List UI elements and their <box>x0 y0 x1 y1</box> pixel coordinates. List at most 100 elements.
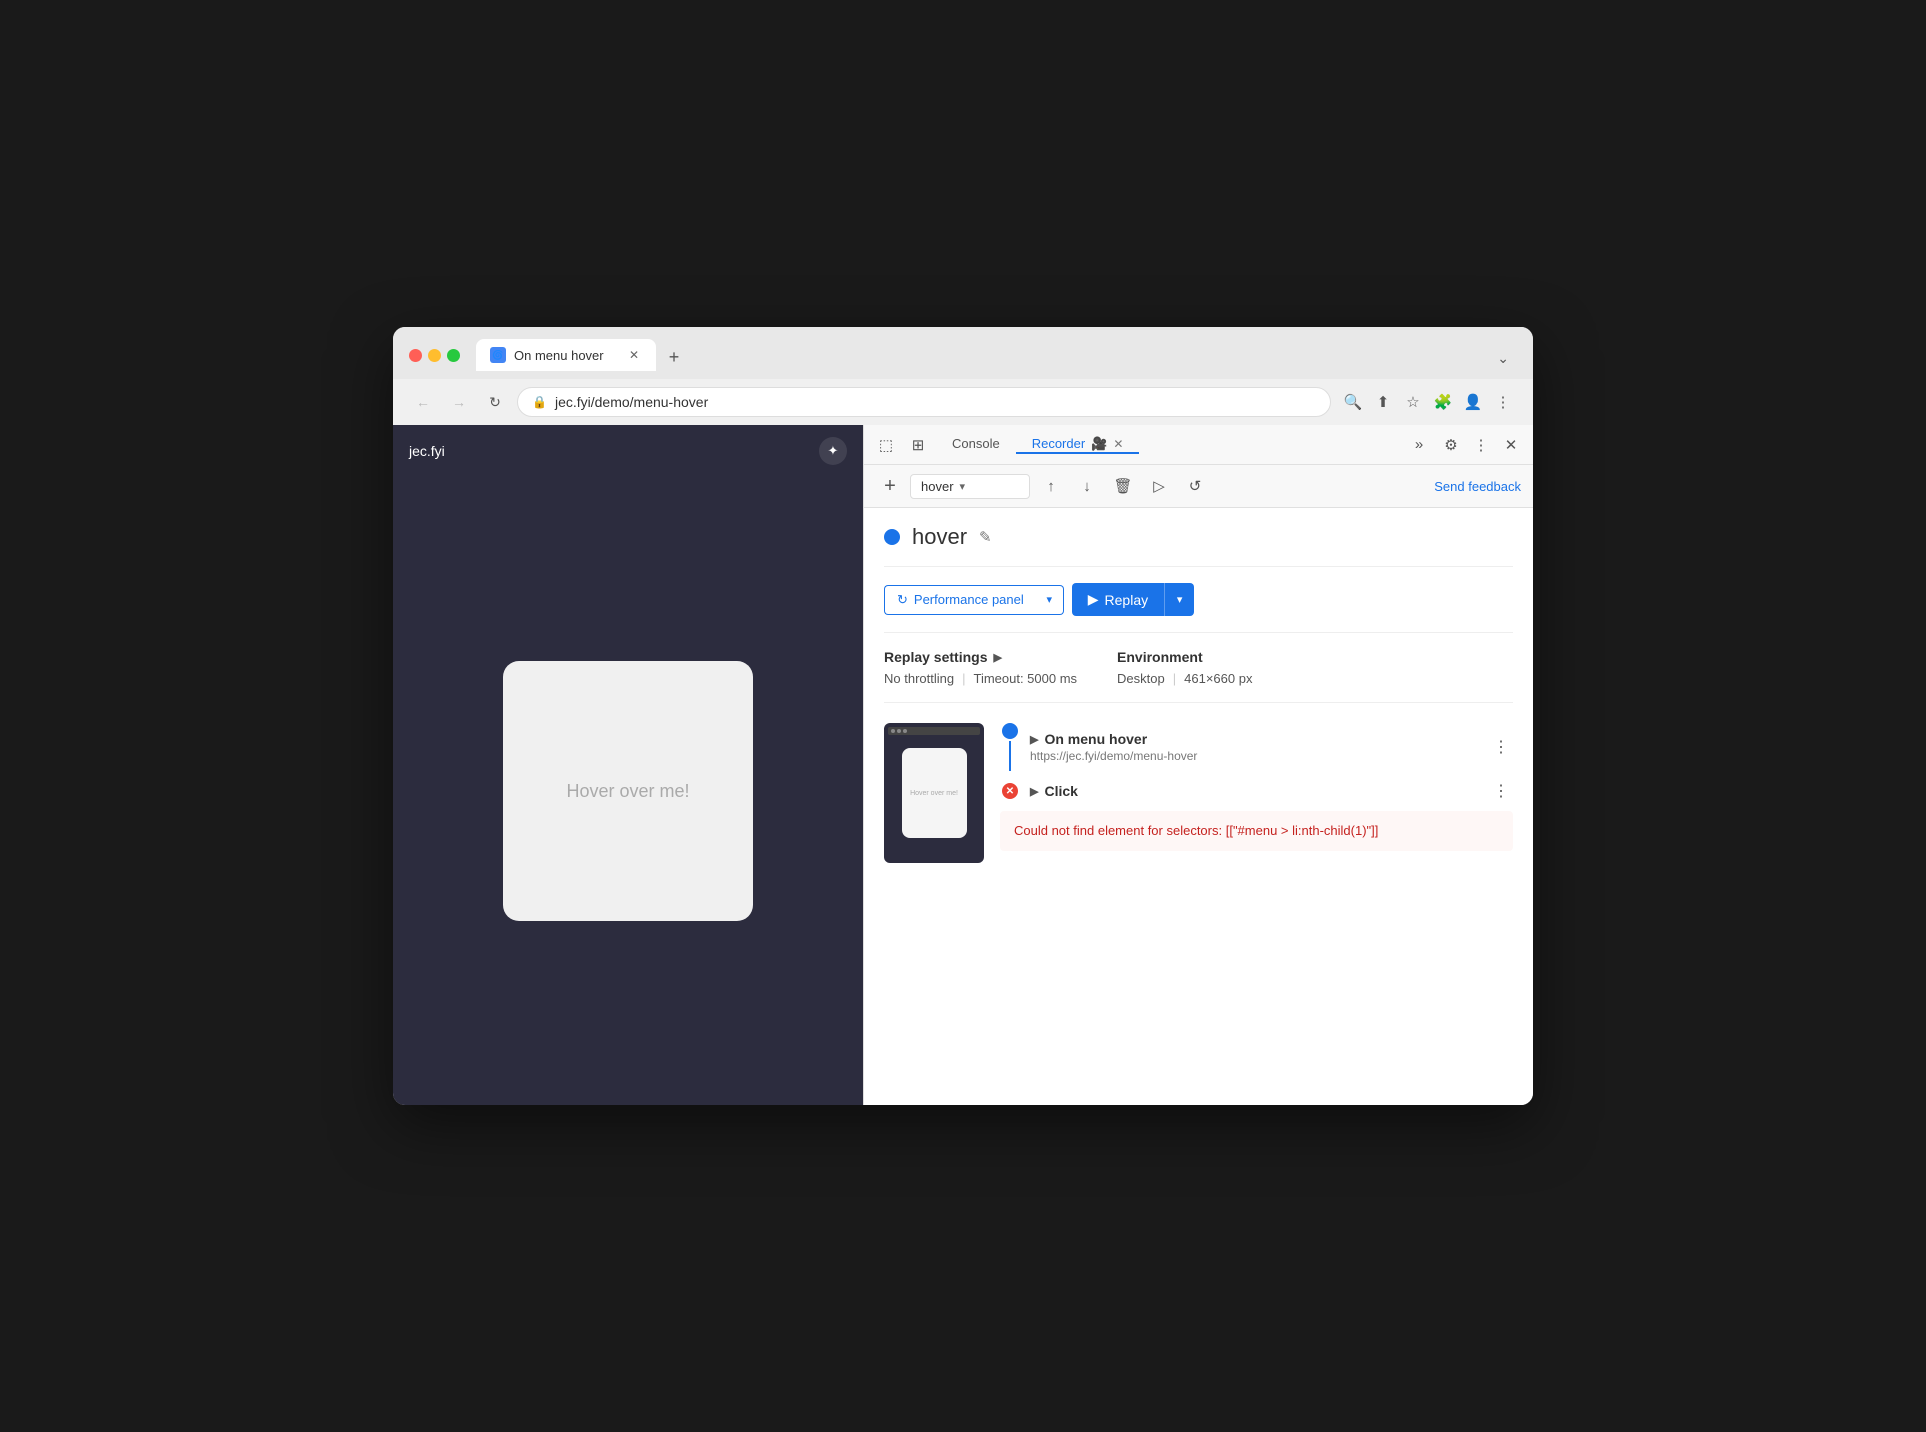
action-buttons-section: ↻ Performance panel ▾ ▶ Replay ▾ <box>884 583 1513 633</box>
more-button[interactable]: ⋮ <box>1489 388 1517 416</box>
devtools-settings-icon[interactable]: ⚙ <box>1437 431 1465 459</box>
recording-select[interactable]: hover ▾ <box>910 474 1030 499</box>
step-dot-click: ✕ <box>1002 783 1018 799</box>
recording-status-dot <box>884 529 900 545</box>
recorder-toolbar: + hover ▾ ↑ ↓ 🗑 ▷ ↺ Send feedback <box>864 465 1533 508</box>
settings-divider-2: | <box>1173 671 1176 686</box>
step-click: ✕ ▶ Click ⋮ <box>1000 779 1513 851</box>
send-feedback-link[interactable]: Send feedback <box>1434 479 1521 494</box>
tab-bar: 🌀 On menu hover ✕ + ⌄ <box>476 339 1517 371</box>
element-picker-icon[interactable]: ⬚ <box>872 431 900 459</box>
devtools-tabs: Console Recorder 🎥 ✕ <box>936 436 1401 454</box>
profile-button[interactable]: 👤 <box>1459 388 1487 416</box>
performance-panel-dropdown[interactable]: ▾ <box>1036 585 1064 615</box>
tab-expand-button[interactable]: ⌄ <box>1489 346 1517 371</box>
step-navigate-header: ▶ On menu hover https://jec.fyi/demo/men… <box>1000 723 1513 771</box>
address-bar: ← → ↻ 🔒 jec.fyi/demo/menu-hover 🔍 ⬆ ☆ 🧩 … <box>393 379 1533 425</box>
timeout-value: Timeout: 5000 ms <box>973 671 1077 686</box>
step-navigate-content: ▶ On menu hover https://jec.fyi/demo/men… <box>1030 731 1479 763</box>
back-button[interactable]: ← <box>409 388 437 416</box>
tab-favicon: 🌀 <box>490 347 506 363</box>
recording-title-section: hover ✎ <box>884 524 1513 567</box>
replay-settings-arrow: ▶ <box>993 651 1001 664</box>
performance-panel-button[interactable]: ↻ Performance panel <box>884 585 1036 615</box>
replay-settings-label: Replay settings <box>884 649 987 665</box>
step-navigate: ▶ On menu hover https://jec.fyi/demo/men… <box>1000 723 1513 771</box>
lock-icon: 🔒 <box>532 395 547 409</box>
perf-panel-icon: ↻ <box>897 592 908 608</box>
environment-value: Desktop <box>1117 671 1165 686</box>
step-navigate-arrow: ▶ <box>1030 733 1038 746</box>
step-click-title[interactable]: ▶ Click <box>1030 783 1479 799</box>
tab-close-button[interactable]: ✕ <box>626 347 642 363</box>
play-button[interactable]: ▷ <box>1144 471 1174 501</box>
browser-content: jec.fyi ✦ Hover over me! ⬚ ⊞ Console <box>393 425 1533 1105</box>
forward-button[interactable]: → <box>445 388 473 416</box>
import-button[interactable]: ↓ <box>1072 471 1102 501</box>
recorder-tab[interactable]: Recorder 🎥 ✕ <box>1016 436 1140 454</box>
error-box: Could not find element for selectors: [[… <box>1000 811 1513 851</box>
preview-dot-2 <box>897 729 901 733</box>
step-click-more[interactable]: ⋮ <box>1489 779 1513 803</box>
recorder-content: hover ✎ ↻ Performance panel ▾ ▶ <box>864 508 1533 1105</box>
replay-dropdown-button[interactable]: ▾ <box>1164 583 1194 616</box>
perf-panel-label: Performance panel <box>914 592 1024 607</box>
extensions-button[interactable]: 🧩 <box>1429 388 1457 416</box>
environment-col: Environment Desktop | 461×660 px <box>1117 649 1252 686</box>
webpage-topbar: jec.fyi ✦ <box>393 425 863 477</box>
replay-settings-col: Replay settings ▶ No throttling | Timeou… <box>884 649 1077 686</box>
share-button[interactable]: ⬆ <box>1369 388 1397 416</box>
settings-divider-1: | <box>962 671 965 686</box>
title-bar: 🌀 On menu hover ✕ + ⌄ <box>393 327 1533 379</box>
webpage-theme-icon[interactable]: ✦ <box>819 437 847 465</box>
delete-button[interactable]: 🗑 <box>1108 471 1138 501</box>
step-navigate-title[interactable]: ▶ On menu hover <box>1030 731 1479 747</box>
recorder-tab-icon: 🎥 <box>1091 436 1107 452</box>
step-click-content: ▶ Click <box>1030 783 1479 799</box>
url-text: jec.fyi/demo/menu-hover <box>555 394 708 410</box>
traffic-lights <box>409 349 460 362</box>
preview-dot-1 <box>891 729 895 733</box>
recording-select-name: hover <box>921 479 954 494</box>
replay-settings-title[interactable]: Replay settings ▶ <box>884 649 1077 665</box>
refresh-button[interactable]: ↻ <box>481 388 509 416</box>
webpage-body: Hover over me! <box>393 477 863 1105</box>
export-button[interactable]: ↑ <box>1036 471 1066 501</box>
replay-button[interactable]: ▶ Replay <box>1072 583 1164 616</box>
active-tab[interactable]: 🌀 On menu hover ✕ <box>476 339 656 371</box>
settings-section: Replay settings ▶ No throttling | Timeou… <box>884 649 1513 703</box>
replay-settings-values: No throttling | Timeout: 5000 ms <box>884 671 1077 686</box>
step-line-1 <box>1009 741 1011 771</box>
preview-content: Hover over me! <box>902 748 967 838</box>
webpage-panel: jec.fyi ✦ Hover over me! <box>393 425 863 1105</box>
search-button[interactable]: 🔍 <box>1339 388 1367 416</box>
recorder-tab-close[interactable]: ✕ <box>1113 437 1123 451</box>
more-tabs-button[interactable]: » <box>1405 431 1433 459</box>
step-navigate-label: On menu hover <box>1044 731 1147 747</box>
new-tab-button[interactable]: + <box>660 343 688 371</box>
replay-label: Replay <box>1105 592 1149 608</box>
device-toolbar-icon[interactable]: ⊞ <box>904 431 932 459</box>
close-button[interactable] <box>409 349 422 362</box>
edit-title-icon[interactable]: ✎ <box>979 528 992 546</box>
step-click-header: ✕ ▶ Click ⋮ <box>1000 779 1513 803</box>
devtools-more-options-icon[interactable]: ⋮ <box>1467 431 1495 459</box>
url-bar[interactable]: 🔒 jec.fyi/demo/menu-hover <box>517 387 1331 417</box>
step-navigate-more[interactable]: ⋮ <box>1489 735 1513 759</box>
hover-card[interactable]: Hover over me! <box>503 661 753 921</box>
bookmark-button[interactable]: ☆ <box>1399 388 1427 416</box>
environment-title: Environment <box>1117 649 1252 665</box>
slow-play-button[interactable]: ↺ <box>1180 471 1210 501</box>
minimize-button[interactable] <box>428 349 441 362</box>
step-click-label: Click <box>1044 783 1077 799</box>
add-recording-button[interactable]: + <box>876 472 904 500</box>
console-tab[interactable]: Console <box>936 436 1016 453</box>
webpage-logo: jec.fyi <box>409 443 445 459</box>
maximize-button[interactable] <box>447 349 460 362</box>
environment-values: Desktop | 461×660 px <box>1117 671 1252 686</box>
step-dot-navigate <box>1002 723 1018 739</box>
console-tab-label: Console <box>952 436 1000 451</box>
recording-select-arrow: ▾ <box>960 480 966 493</box>
devtools-close-icon[interactable]: ✕ <box>1497 431 1525 459</box>
steps-section: Hover over me! <box>884 723 1513 863</box>
